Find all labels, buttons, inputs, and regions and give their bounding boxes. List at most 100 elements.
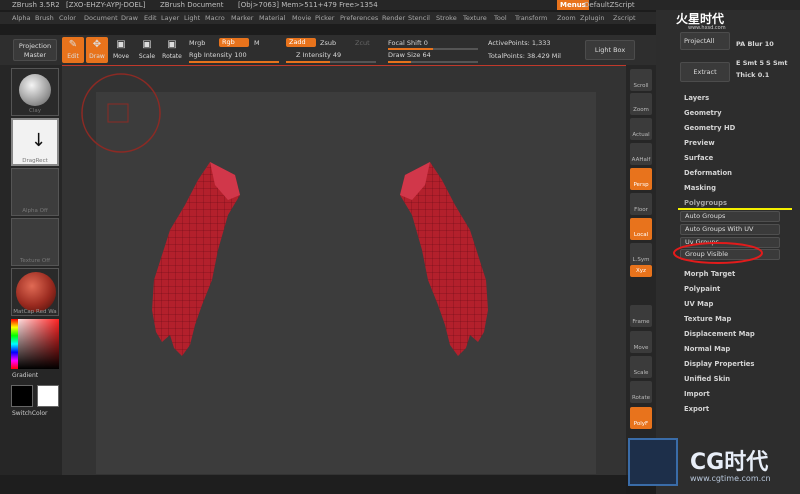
draw-size-slider[interactable]: Draw Size 64 xyxy=(388,51,431,59)
uv-map-menu[interactable]: UV Map xyxy=(684,300,713,308)
rgb-intensity-slider[interactable]: Rgb Intensity 100 xyxy=(189,51,247,59)
e-smt-slider[interactable]: E Smt 5 xyxy=(736,59,764,67)
surface-menu[interactable]: Surface xyxy=(684,154,713,162)
z-intensity-slider[interactable]: Z Intensity 49 xyxy=(296,51,341,59)
alpha-off-label: Alpha Off xyxy=(22,208,48,214)
normal-map-menu[interactable]: Normal Map xyxy=(684,345,730,353)
dragrect-label: DragRect xyxy=(22,158,48,164)
app-title: ZBrush 3.5R2 xyxy=(12,1,60,9)
thick-slider[interactable]: Thick 0.1 xyxy=(736,71,769,79)
draw-size-track[interactable] xyxy=(388,61,478,63)
menu-movie[interactable]: Movie xyxy=(292,12,311,24)
switchcolor-button[interactable]: SwitchColor xyxy=(12,410,48,417)
m-toggle[interactable]: M xyxy=(254,39,260,47)
menu-alpha[interactable]: Alpha xyxy=(12,12,30,24)
menu-preferences[interactable]: Preferences xyxy=(340,12,378,24)
rotate-button[interactable]: ▣ Rotate xyxy=(161,37,183,63)
preview-menu[interactable]: Preview xyxy=(684,139,715,147)
actual-label: Actual xyxy=(632,132,650,138)
project-all-button[interactable]: ProjectAll xyxy=(680,32,730,50)
polypaint-menu[interactable]: Polypaint xyxy=(684,285,720,293)
menu-edit[interactable]: Edit xyxy=(144,12,157,24)
menu-picker[interactable]: Picker xyxy=(315,12,334,24)
export-menu[interactable]: Export xyxy=(684,405,709,413)
cgtime-logo-icon xyxy=(628,438,678,486)
menu-tool[interactable]: Tool xyxy=(494,12,507,24)
total-points: TotalPoints: 38.429 Mil xyxy=(488,52,561,60)
z-intensity-track[interactable] xyxy=(286,61,376,63)
gradient-label[interactable]: Gradient xyxy=(12,372,38,379)
polyf-label: PolyF xyxy=(633,421,649,427)
bottom-bar xyxy=(0,475,626,494)
menu-zplugin[interactable]: Zplugin xyxy=(580,12,605,24)
cgtime-url: www.cgtime.com.cn xyxy=(690,474,771,483)
geometry-menu[interactable]: Geometry xyxy=(684,109,722,117)
scale-button[interactable]: ▣ Scale xyxy=(136,37,158,63)
rotate-axis-icon[interactable] xyxy=(630,280,652,292)
menu-document[interactable]: Document xyxy=(84,12,118,24)
default-zscript[interactable]: DefaultZScript xyxy=(584,0,635,10)
draw-button[interactable]: ✥ Draw xyxy=(86,37,108,63)
layers-menu[interactable]: Layers xyxy=(684,94,709,102)
menu-brush[interactable]: Brush xyxy=(35,12,54,24)
menu-zoom[interactable]: Zoom xyxy=(557,12,576,24)
unified-skin-menu[interactable]: Unified Skin xyxy=(684,375,730,383)
move-view-label: Move xyxy=(633,345,649,351)
color-picker[interactable] xyxy=(11,319,59,369)
import-menu[interactable]: Import xyxy=(684,390,710,398)
auto-groups-uv-button[interactable]: Auto Groups With UV xyxy=(680,224,780,235)
document-title: ZBrush Document xyxy=(160,1,224,9)
mrgb-toggle[interactable]: Mrgb xyxy=(189,39,205,47)
menu-macro[interactable]: Macro xyxy=(205,12,225,24)
focal-shift-slider[interactable]: Focal Shift 0 xyxy=(388,39,428,47)
display-properties-menu[interactable]: Display Properties xyxy=(684,360,754,368)
rotate-view-label: Rotate xyxy=(631,395,650,401)
deformation-menu[interactable]: Deformation xyxy=(684,169,732,177)
zcut-toggle[interactable]: Zcut xyxy=(355,39,370,47)
auto-groups-button[interactable]: Auto Groups xyxy=(680,211,780,222)
scale-view-label: Scale xyxy=(633,370,649,376)
s-smt-slider[interactable]: S Smt xyxy=(766,59,788,67)
menu-color[interactable]: Color xyxy=(59,12,76,24)
displacement-map-menu[interactable]: Displacement Map xyxy=(684,330,755,338)
hue-strip[interactable] xyxy=(11,319,18,369)
hxsd-url: www.hxsd.com xyxy=(688,25,726,31)
zadd-toggle[interactable]: Zadd xyxy=(286,38,316,47)
light-box-button[interactable]: Light Box xyxy=(585,40,635,60)
rgb-toggle[interactable]: Rgb xyxy=(219,38,249,47)
focal-shift-track[interactable] xyxy=(388,48,478,50)
menu-transform[interactable]: Transform xyxy=(515,12,547,24)
polygroups-menu[interactable]: Polygroups xyxy=(684,199,727,207)
active-points: ActivePoints: 1,333 xyxy=(488,39,551,47)
extract-button[interactable]: Extract xyxy=(680,62,730,82)
main-menu-bar: Alpha Brush Color Document Draw Edit Lay… xyxy=(0,12,680,24)
xyz-button[interactable]: Xyz xyxy=(630,265,652,277)
projection-master-button[interactable]: Projection Master xyxy=(13,39,57,61)
pa-blur-slider[interactable]: PA Blur 10 xyxy=(736,40,774,48)
draw-icon: ✥ xyxy=(92,39,102,50)
main-color-swatch[interactable] xyxy=(11,385,33,407)
move-button[interactable]: ▣ Move xyxy=(110,37,132,63)
menu-stencil[interactable]: Stencil xyxy=(408,12,430,24)
zsub-toggle[interactable]: Zsub xyxy=(320,39,336,47)
floor-label: Floor xyxy=(634,207,648,213)
texture-map-menu[interactable]: Texture Map xyxy=(684,315,731,323)
menu-layer[interactable]: Layer xyxy=(161,12,179,24)
menu-texture[interactable]: Texture xyxy=(463,12,487,24)
rgb-intensity-track[interactable] xyxy=(189,61,279,63)
edit-button[interactable]: ✎ Edit xyxy=(62,37,84,63)
morph-target-menu[interactable]: Morph Target xyxy=(684,270,735,278)
geometry-hd-menu[interactable]: Geometry HD xyxy=(684,124,735,132)
masking-menu[interactable]: Masking xyxy=(684,184,716,192)
rotate-label: Rotate xyxy=(162,53,182,60)
z-intensity-fill xyxy=(286,61,331,63)
menu-stroke[interactable]: Stroke xyxy=(436,12,457,24)
menu-light[interactable]: Light xyxy=(184,12,200,24)
lsym-label: L.Sym xyxy=(632,257,650,263)
menu-draw[interactable]: Draw xyxy=(121,12,138,24)
secondary-color-swatch[interactable] xyxy=(37,385,59,407)
menu-zscript[interactable]: Zscript xyxy=(613,12,636,24)
menu-material[interactable]: Material xyxy=(259,12,285,24)
menu-marker[interactable]: Marker xyxy=(231,12,253,24)
menu-render[interactable]: Render xyxy=(382,12,405,24)
